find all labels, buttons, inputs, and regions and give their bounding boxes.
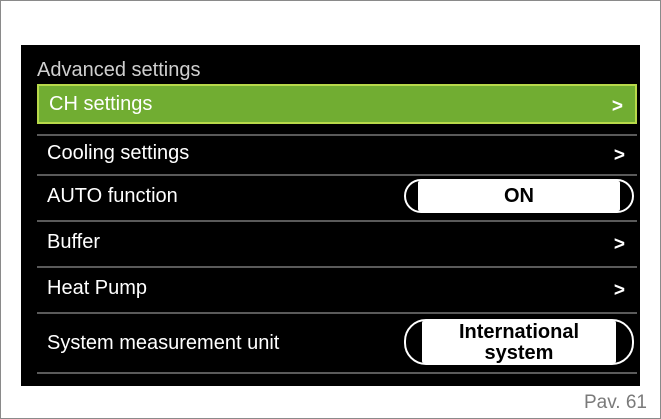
menu-item-label: AUTO function (47, 185, 178, 207)
menu-item-label: System measurement unit (47, 332, 280, 354)
menu-item-label: CH settings (49, 93, 153, 115)
menu-item-system-measurement-unit[interactable]: System measurement unit International sy… (37, 314, 637, 372)
auto-function-toggle[interactable]: ON (404, 179, 634, 213)
measurement-unit-selector[interactable]: International system (404, 319, 634, 365)
menu-item-auto-function[interactable]: AUTO function ON (37, 176, 637, 220)
selector-value-line1: International (458, 321, 579, 343)
menu-item-label: Buffer (47, 231, 100, 253)
menu-item-label: Cooling settings (47, 142, 190, 164)
divider (37, 372, 637, 374)
page-number: Pav. 61 (583, 392, 647, 413)
menu-item-cooling-settings[interactable]: Cooling settings > (37, 136, 637, 174)
menu-item-buffer[interactable]: Buffer > (37, 222, 637, 264)
toggle-value: ON (504, 185, 534, 207)
chevron-right-icon: > (613, 234, 625, 255)
section-title: Advanced settings (37, 59, 201, 81)
chevron-right-icon: > (611, 96, 623, 117)
menu-item-label: Heat Pump (47, 277, 148, 299)
menu-item-ch-settings[interactable]: CH settings > (37, 84, 637, 124)
chevron-right-icon: > (613, 145, 625, 166)
selector-value-line2: system (484, 342, 554, 364)
chevron-right-icon: > (613, 280, 625, 301)
menu-item-heat-pump[interactable]: Heat Pump > (37, 268, 637, 310)
